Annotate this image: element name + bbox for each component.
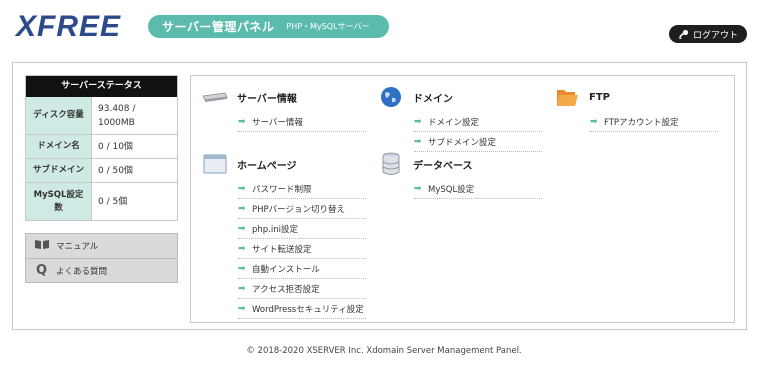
- window-icon: [201, 153, 229, 175]
- status-label: ドメイン名: [26, 135, 92, 158]
- arrow-right-icon: ➡: [414, 116, 422, 127]
- link-mysql-settings[interactable]: ➡ MySQL設定: [414, 179, 542, 199]
- q-icon: Q: [34, 262, 50, 279]
- link-label: ドメイン設定: [428, 117, 480, 128]
- link-list: ➡ サーバー情報: [238, 112, 371, 132]
- section-title: ホームページ: [237, 160, 297, 172]
- link-list: ➡ パスワード制限 ➡ PHPバージョン切り替え ➡ php.ini設定 ➡ サイト転送…: [238, 179, 371, 319]
- arrow-right-icon: ➡: [238, 223, 246, 234]
- status-row-subdomain: サブドメイン 0 / 50個: [26, 159, 177, 183]
- section-title: サーバー情報: [237, 93, 297, 105]
- svg-text:Q: Q: [36, 263, 47, 276]
- arrow-right-icon: ➡: [238, 263, 246, 274]
- key-icon: [678, 29, 689, 40]
- status-value: 0 / 5個: [98, 196, 128, 207]
- status-value: 0 / 10個: [98, 141, 133, 152]
- panel-title-badge: サーバー管理パネル PHP・MySQLサーバー: [148, 15, 389, 38]
- section-header: サーバー情報: [201, 86, 371, 108]
- link-auto-install[interactable]: ➡ 自動インストール: [238, 259, 366, 279]
- link-label: サーバー情報: [252, 117, 303, 128]
- link-label: パスワード制限: [252, 184, 312, 195]
- link-label: サブドメイン設定: [428, 137, 497, 148]
- folder-icon: [553, 86, 581, 108]
- section-header: FTP: [553, 86, 723, 108]
- link-label: アクセス拒否設定: [252, 284, 320, 295]
- status-row-mysql: MySQL設定数 0 / 5個: [26, 183, 177, 221]
- link-label: サイト転送設定: [252, 244, 312, 255]
- section-title: FTP: [589, 91, 610, 103]
- manual-label: マニュアル: [56, 242, 99, 252]
- section-homepage: ホームページ ➡ パスワード制限 ➡ PHPバージョン切り替え ➡ php.ini設定…: [201, 153, 371, 319]
- arrow-right-icon: ➡: [238, 183, 246, 194]
- link-label: php.ini設定: [252, 224, 298, 235]
- faq-link[interactable]: Q よくある質問: [26, 258, 177, 282]
- link-list: ➡ FTPアカウント設定: [590, 112, 723, 132]
- link-label: PHPバージョン切り替え: [252, 204, 345, 215]
- section-title: データベース: [413, 160, 473, 172]
- section-header: ホームページ: [201, 153, 371, 175]
- logout-button[interactable]: ログアウト: [669, 25, 747, 43]
- panel-subtitle: PHP・MySQLサーバー: [286, 22, 370, 31]
- footer-copyright: © 2018-2020 XSERVER Inc. Xdomain Server …: [246, 346, 522, 356]
- link-list: ➡ MySQL設定: [414, 179, 547, 199]
- server-status-table: サーバーステータス ディスク容量 93.408 / 1000MB ドメイン名 0…: [25, 75, 178, 221]
- manual-link[interactable]: マニュアル: [26, 234, 177, 258]
- arrow-right-icon: ➡: [238, 303, 246, 314]
- main-panel: サーバーステータス ディスク容量 93.408 / 1000MB ドメイン名 0…: [12, 62, 747, 330]
- link-ftp-account[interactable]: ➡ FTPアカウント設定: [590, 112, 718, 132]
- status-label: サブドメイン: [26, 159, 92, 182]
- database-icon: [377, 152, 405, 175]
- faq-label: よくある質問: [56, 266, 108, 277]
- link-label: FTPアカウント設定: [604, 117, 679, 128]
- status-value: 0 / 50個: [98, 165, 133, 176]
- arrow-right-icon: ➡: [238, 283, 246, 294]
- book-icon: [34, 239, 50, 253]
- link-access-deny[interactable]: ➡ アクセス拒否設定: [238, 279, 366, 299]
- link-label: 自動インストール: [252, 264, 320, 275]
- status-value: 93.408 / 1000MB: [98, 103, 136, 128]
- menu-box: サーバー情報 ➡ サーバー情報 ホームページ ➡ パスワード制限 ➡ PHPバージョン…: [190, 75, 735, 323]
- link-wordpress-security[interactable]: ➡ WordPressセキュリティ設定: [238, 299, 366, 319]
- section-header: データベース: [377, 152, 547, 175]
- arrow-right-icon: ➡: [414, 183, 422, 194]
- logo: XFREE: [16, 12, 121, 42]
- arrow-right-icon: ➡: [414, 136, 422, 147]
- status-label: MySQL設定数: [26, 183, 92, 220]
- globe-icon: [377, 86, 405, 108]
- status-row-disk: ディスク容量 93.408 / 1000MB: [26, 97, 177, 135]
- arrow-right-icon: ➡: [590, 116, 598, 127]
- status-row-domain: ドメイン名 0 / 10個: [26, 135, 177, 159]
- section-database: データベース ➡ MySQL設定: [377, 152, 547, 199]
- panel-title: サーバー管理パネル: [162, 20, 275, 34]
- link-site-forwarding[interactable]: ➡ サイト転送設定: [238, 239, 366, 259]
- arrow-right-icon: ➡: [238, 116, 246, 127]
- link-php-version[interactable]: ➡ PHPバージョン切り替え: [238, 199, 366, 219]
- link-list: ➡ ドメイン設定 ➡ サブドメイン設定: [414, 112, 547, 152]
- link-php-ini[interactable]: ➡ php.ini設定: [238, 219, 366, 239]
- logo-text: XFREE: [16, 10, 122, 43]
- help-links: マニュアル Q よくある質問: [25, 233, 178, 283]
- link-server-info[interactable]: ➡ サーバー情報: [238, 112, 366, 132]
- section-ftp: FTP ➡ FTPアカウント設定: [553, 86, 723, 132]
- link-label: MySQL設定: [428, 184, 475, 195]
- arrow-right-icon: ➡: [238, 243, 246, 254]
- status-label: ディスク容量: [26, 97, 92, 134]
- section-title: ドメイン: [413, 93, 453, 105]
- link-label: WordPressセキュリティ設定: [252, 304, 364, 315]
- section-header: ドメイン: [377, 86, 547, 108]
- logout-label: ログアウト: [692, 30, 738, 41]
- link-subdomain-settings[interactable]: ➡ サブドメイン設定: [414, 132, 542, 152]
- link-password-restriction[interactable]: ➡ パスワード制限: [238, 179, 366, 199]
- section-server-info: サーバー情報 ➡ サーバー情報: [201, 86, 371, 132]
- section-domain: ドメイン ➡ ドメイン設定 ➡ サブドメイン設定: [377, 86, 547, 152]
- server-status-title: サーバーステータス: [26, 76, 177, 97]
- server-icon: [201, 86, 229, 108]
- link-domain-settings[interactable]: ➡ ドメイン設定: [414, 112, 542, 132]
- arrow-right-icon: ➡: [238, 203, 246, 214]
